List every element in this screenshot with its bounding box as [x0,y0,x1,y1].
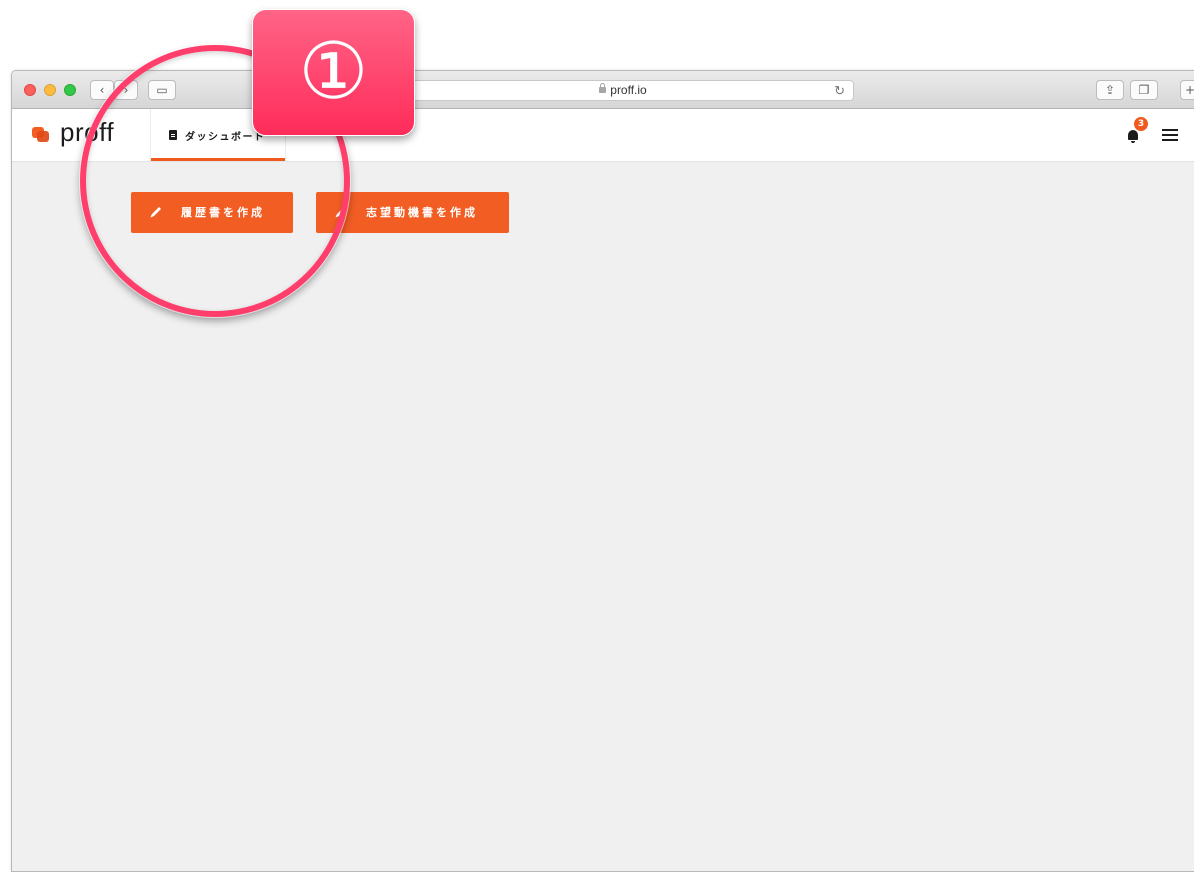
window-minimize-button[interactable] [44,84,56,96]
chevron-left-icon: ‹ [99,83,105,97]
bell-icon[interactable] [1128,130,1138,143]
share-button[interactable]: ⇪ [1096,80,1124,100]
create-motivation-letter-label: 志望動機書を作成 [366,206,478,219]
tab-overview-button[interactable]: ❐ [1130,80,1158,100]
address-bar[interactable]: proff.io ↻ [392,80,854,101]
address-url: proff.io [610,83,647,97]
annotation-step-badge: ① [252,9,415,136]
reload-icon[interactable]: ↻ [834,81,845,100]
new-tab-button[interactable]: + [1180,80,1194,100]
window-zoom-button[interactable] [64,84,76,96]
proff-logo-icon[interactable] [32,127,50,142]
tabs-icon: ❐ [1138,83,1150,97]
share-icon: ⇪ [1104,83,1116,97]
plus-icon: + [1185,83,1194,97]
hamburger-menu-icon[interactable] [1162,129,1178,131]
window-close-button[interactable] [24,84,36,96]
notification-badge[interactable]: 3 [1134,117,1148,131]
lock-icon [599,82,607,93]
